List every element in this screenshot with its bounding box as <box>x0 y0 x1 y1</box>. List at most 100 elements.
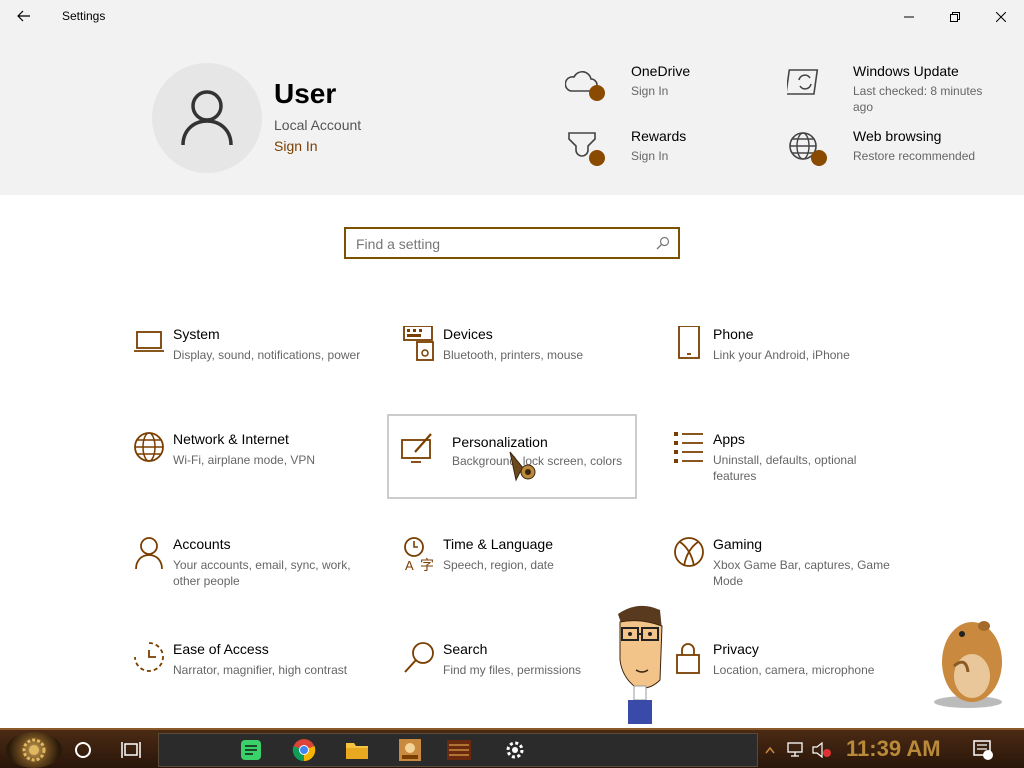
minimize-icon <box>904 16 914 17</box>
category-description: Narrator, magnifier, high contrast <box>173 663 348 677</box>
category-description: Link your Android, iPhone <box>713 348 850 362</box>
category-title: Ease of Access <box>173 641 269 657</box>
header-item-title: Rewards <box>631 128 687 144</box>
status-badge <box>811 150 827 166</box>
restore-button[interactable] <box>932 0 978 33</box>
action-center-button[interactable] <box>966 734 1000 766</box>
header-item-web-browsing[interactable]: Web browsing Restore recommended <box>787 128 997 186</box>
speaker-muted-icon <box>812 742 831 758</box>
search-icon <box>404 642 434 673</box>
category-description: Speech, region, date <box>443 558 554 572</box>
category-time-language[interactable]: A字 Time & Language Speech, region, date <box>391 524 639 608</box>
category-system[interactable]: System Display, sound, notifications, po… <box>121 314 369 398</box>
hamster-mascot <box>934 621 1002 708</box>
header-item-onedrive[interactable]: OneDrive Sign In <box>565 63 775 121</box>
category-gaming[interactable]: Gaming Xbox Game Bar, captures, Game Mod… <box>661 524 909 608</box>
laptop-icon <box>134 331 164 352</box>
person-icon <box>135 537 163 570</box>
cortana-button[interactable] <box>66 734 100 766</box>
title-bar: Settings <box>0 0 1024 33</box>
gear-icon <box>22 738 46 762</box>
category-description: Bluetooth, printers, mouse <box>443 348 584 362</box>
header-item-title: Web browsing <box>853 128 942 144</box>
search-box[interactable] <box>344 227 680 259</box>
settings-window: Settings User Local Account Sign In OneD… <box>0 0 1024 728</box>
folder-icon <box>346 743 368 759</box>
header-item-subtitle: Restore recommended <box>853 149 976 163</box>
category-description: Wi-Fi, airplane mode, VPN <box>173 453 316 467</box>
network-icon <box>787 742 803 757</box>
header-item-windows-update[interactable]: Windows Update Last checked: 8 minutes a… <box>787 63 997 121</box>
category-description: Find my files, permissions <box>443 663 582 677</box>
lock-icon <box>676 643 700 674</box>
category-devices[interactable]: Devices Bluetooth, printers, mouse <box>391 314 639 398</box>
category-apps[interactable]: Apps Uninstall, defaults, optional featu… <box>661 419 909 503</box>
game-app-icon <box>399 739 421 761</box>
account-type: Local Account <box>274 117 362 133</box>
account-header: User Local Account Sign In OneDrive Sign… <box>0 33 1024 195</box>
category-title: System <box>173 326 220 342</box>
volume-tray-icon[interactable] <box>810 734 834 766</box>
avatar[interactable] <box>152 63 262 173</box>
svg-text:字: 字 <box>420 557 434 572</box>
circle-icon <box>75 742 91 758</box>
ease-of-access-icon <box>134 642 164 672</box>
category-ease-of-access[interactable]: Ease of Access Narrator, magnifier, high… <box>121 629 369 713</box>
devices-icon <box>403 326 434 361</box>
status-badge <box>589 150 605 166</box>
category-description: Uninstall, defaults, optional features <box>713 453 857 483</box>
person-icon <box>181 90 233 146</box>
taskbar-clock[interactable]: 11:39 AM <box>846 736 941 762</box>
notes-icon <box>241 740 261 760</box>
category-title: Devices <box>443 326 493 342</box>
start-button[interactable] <box>6 732 62 768</box>
taskbar-app-settings[interactable] <box>498 734 532 766</box>
header-item-title: Windows Update <box>853 63 959 79</box>
category-title: Personalization <box>452 434 548 450</box>
category-network-internet[interactable]: Network & Internet Wi-Fi, airplane mode,… <box>121 419 369 503</box>
category-search[interactable]: Search Find my files, permissions <box>391 629 639 713</box>
status-badge <box>589 85 605 101</box>
taskbar-app-notes[interactable] <box>234 734 268 766</box>
taskbar-app-media[interactable] <box>442 734 476 766</box>
notification-icon <box>973 740 993 760</box>
user-name: User <box>274 78 337 109</box>
show-hidden-icons-button[interactable] <box>760 734 780 766</box>
category-description: Location, camera, microphone <box>713 663 875 677</box>
taskbar-app-file-explorer[interactable] <box>340 734 374 766</box>
back-button[interactable] <box>8 3 40 29</box>
close-button[interactable] <box>978 0 1024 33</box>
time-language-icon: A字 <box>404 537 434 572</box>
search-input[interactable] <box>356 234 646 254</box>
header-item-subtitle: Sign In <box>631 149 669 163</box>
taskbar: 11:39 AM <box>0 728 1024 768</box>
minimize-button[interactable] <box>886 0 932 33</box>
close-icon <box>996 11 1006 22</box>
category-accounts[interactable]: Accounts Your accounts, email, sync, wor… <box>121 524 369 608</box>
category-description: Your accounts, email, sync, work, other … <box>173 558 351 588</box>
task-view-button[interactable] <box>114 734 148 766</box>
globe-icon <box>134 432 164 462</box>
taskbar-app-game[interactable] <box>393 734 427 766</box>
xbox-icon <box>674 537 704 567</box>
header-item-subtitle: Sign In <box>631 84 669 98</box>
category-phone[interactable]: Phone Link your Android, iPhone <box>661 314 909 398</box>
category-title: Accounts <box>173 536 231 552</box>
search-icon[interactable] <box>656 236 670 250</box>
update-icon <box>787 69 819 95</box>
header-item-rewards[interactable]: Rewards Sign In <box>565 128 775 186</box>
steampunk-cursor-icon <box>509 451 536 482</box>
header-item-subtitle: Last checked: 8 minutes ago <box>853 84 983 114</box>
window-title: Settings <box>62 9 106 23</box>
chevron-up-icon <box>765 746 775 754</box>
apps-list-icon <box>674 432 703 463</box>
phone-icon <box>678 326 700 359</box>
account-sign-in-link[interactable]: Sign In <box>274 138 318 154</box>
category-title: Phone <box>713 326 754 342</box>
network-tray-icon[interactable] <box>784 734 808 766</box>
paint-icon <box>401 433 432 463</box>
category-privacy[interactable]: Privacy Location, camera, microphone <box>661 629 909 713</box>
restore-icon <box>950 11 960 22</box>
category-title: Apps <box>713 431 745 447</box>
taskbar-app-chrome[interactable] <box>287 734 321 766</box>
